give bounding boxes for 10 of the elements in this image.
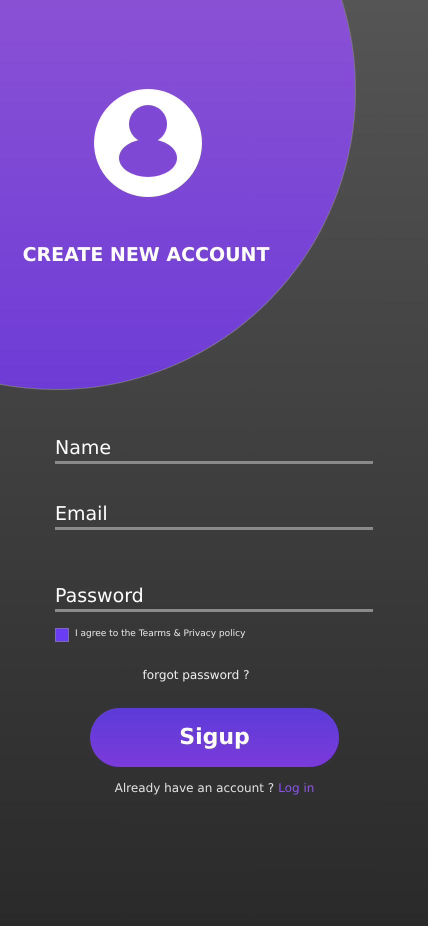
- page-title: CREATE NEW ACCOUNT: [22, 243, 270, 268]
- text-field[interactable]: Name: [55, 436, 373, 464]
- text-field[interactable]: Email: [55, 502, 373, 530]
- agree-checkbox[interactable]: [55, 628, 69, 642]
- forgot-password-link[interactable]: forgot password ?: [142, 666, 250, 684]
- agree-label: I agree to the Tearms & Privacy policy: [75, 628, 246, 642]
- text-field[interactable]: Password: [55, 584, 373, 612]
- login-prompt: Already have an account ?: [114, 780, 274, 797]
- signup-button[interactable]: Sigup: [90, 708, 339, 767]
- user-avatar-icon: [94, 89, 202, 197]
